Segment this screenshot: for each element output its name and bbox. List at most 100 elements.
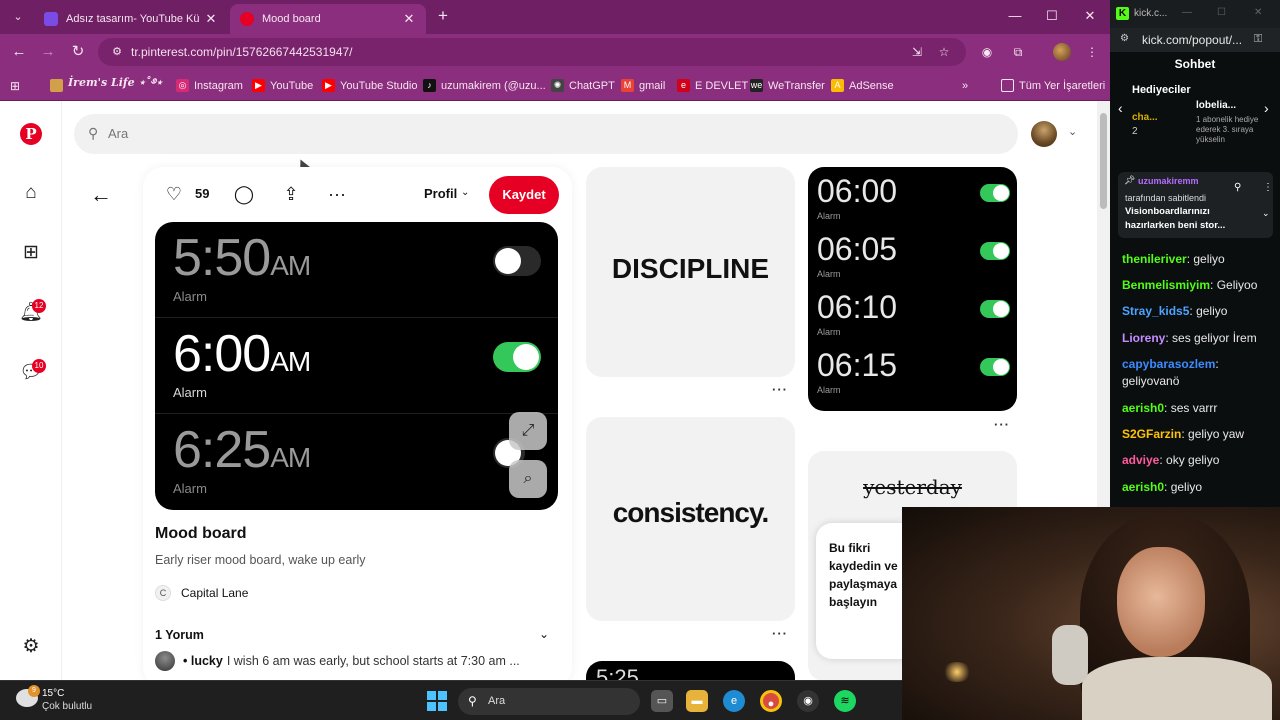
back-icon[interactable]: ← [10, 43, 28, 61]
pinterest-favicon-icon [240, 12, 254, 26]
comment-text: I wish 6 am was early, but school starts… [226, 654, 520, 668]
chevron-left-icon[interactable]: ‹ [1118, 100, 1123, 116]
more-bookmarks-icon[interactable]: » [962, 77, 968, 94]
browser-chrome: ⌄ Adsız tasarım- YouTube Küçük Resmi ✕ M… [0, 0, 1110, 101]
close-tab-icon[interactable]: ✕ [204, 11, 218, 27]
bookmark-star-icon[interactable]: ☆ [936, 44, 952, 60]
creator-link[interactable]: C Capital Lane [155, 585, 248, 601]
new-tab-icon[interactable]: + [434, 7, 452, 26]
pin-partial-alarm[interactable]: 5:25 [586, 661, 795, 680]
chevron-right-icon[interactable]: › [1264, 100, 1269, 116]
close-window-icon[interactable]: ✕ [1254, 7, 1262, 18]
address-bar[interactable]: ⚙ tr.pinterest.com/pin/15762667442531947… [98, 38, 966, 66]
more-options-icon[interactable]: ⋮ [1263, 182, 1273, 193]
pin-image-alarms[interactable]: 5:50AM Alarm 6:00AM Alarm 6:25AM Alarm ⤢… [155, 222, 558, 510]
pin-discipline[interactable]: DISCIPLINE [586, 167, 795, 377]
browser-toolbar: ← → ↻ ⚙ tr.pinterest.com/pin/15762667442… [0, 34, 1110, 70]
browser-profile-avatar[interactable] [1053, 43, 1071, 61]
chrome-icon[interactable]: ● [760, 690, 782, 712]
more-options-icon[interactable]: ··· [772, 626, 788, 641]
comments-header[interactable]: 1 Yorum [155, 628, 204, 642]
close-window-icon[interactable]: ✕ [1081, 8, 1099, 24]
tab-mood-board[interactable]: Mood board ✕ [230, 4, 426, 34]
taskbar-search[interactable]: ⚲ Ara [458, 688, 640, 715]
commenter-name[interactable]: • lucky [183, 654, 223, 668]
tab-search-icon[interactable]: ⌄ [8, 8, 28, 26]
board-dropdown[interactable]: Profil [424, 186, 457, 201]
scrollbar-thumb[interactable] [1100, 113, 1107, 209]
camera-extension-icon[interactable]: ◉ [978, 43, 996, 61]
bookmark-youtube-studio[interactable]: ▶ YouTube Studio [322, 77, 417, 94]
forward-icon[interactable]: → [39, 43, 57, 61]
windows-start-icon[interactable] [427, 691, 447, 711]
mini-alarm-label: Alarm [817, 385, 841, 395]
bookmark-tiktok[interactable]: ♪ uzumakirem (@uzu... [423, 77, 546, 94]
minimize-icon[interactable]: — [1182, 7, 1192, 18]
bookmark-edevlet[interactable]: e E DEVLET [677, 77, 748, 94]
screen: ⌄ Adsız tasarım- YouTube Küçük Resmi ✕ M… [0, 0, 1280, 720]
alarm-row: 5:50AM Alarm [155, 222, 558, 318]
commenter-avatar[interactable] [155, 651, 175, 671]
search-bar[interactable]: ⚲ Ara [74, 114, 1018, 154]
back-arrow-icon[interactable]: ← [89, 183, 113, 207]
bookmark-gmail[interactable]: M gmail [621, 77, 665, 94]
bookmark-instagram[interactable]: ◎ Instagram [176, 77, 243, 94]
spotify-icon[interactable]: ≋ [834, 690, 856, 712]
pin-alarm-list[interactable]: 06:00 Alarm 06:05 Alarm 06:10 Alarm 06:1… [808, 167, 1017, 411]
home-icon[interactable]: ⌂ [19, 181, 43, 205]
kick-address-bar[interactable]: ⚙ kick.com/popout/... ⚿ [1110, 28, 1280, 52]
all-bookmarks[interactable]: Tüm Yer İşaretleri [1001, 77, 1105, 94]
pin-consistency[interactable]: consistency. [586, 417, 795, 621]
account-chevron-down-icon[interactable]: ⌄ [1068, 125, 1077, 138]
streamer-shirt [1082, 657, 1272, 720]
comment-icon[interactable]: ◯ [233, 183, 255, 205]
chevron-down-icon[interactable]: ⌄ [539, 627, 549, 641]
obs-icon[interactable]: ◉ [797, 690, 819, 712]
expand-icon[interactable]: ⤢ [509, 412, 547, 450]
visual-search-icon[interactable]: ⌕ [509, 460, 547, 498]
gifters-leaderboard: Hediyeciler ‹ › cha... 2 lobelia... 1 ab… [1110, 84, 1280, 156]
edge-icon[interactable]: e [723, 690, 745, 712]
user-avatar[interactable] [1031, 121, 1057, 147]
profile-icon [50, 79, 63, 92]
bookmark-wetransfer[interactable]: we WeTransfer [750, 77, 825, 94]
close-tab-icon[interactable]: ✕ [402, 11, 416, 27]
tab-youtube-thumbnail[interactable]: Adsız tasarım- YouTube Küçük Resmi ✕ [34, 4, 228, 34]
maximize-icon[interactable]: ☐ [1217, 7, 1226, 18]
settings-icon[interactable]: ⚙ [19, 635, 43, 659]
chat-message: Lioreny: ses geliyor İrem [1122, 331, 1257, 345]
save-button[interactable]: Kaydet [489, 176, 559, 214]
bookmark-irems-life[interactable]: İrem's Life ⋆˚࿔⋆ [50, 76, 163, 94]
share-icon[interactable]: ⇪ [280, 183, 302, 205]
minimize-icon[interactable]: — [1006, 8, 1024, 23]
maximize-icon[interactable]: ☐ [1043, 8, 1061, 24]
bookmark-label: Instagram [194, 79, 243, 92]
more-options-icon[interactable]: ··· [772, 382, 788, 397]
more-options-icon[interactable]: ··· [994, 417, 1010, 432]
menu-icon[interactable]: ⋮ [1083, 43, 1101, 61]
file-explorer-icon[interactable]: ▬ [686, 690, 708, 712]
alarm-toggle-on [493, 342, 541, 372]
alarm-time: 6:25AM [173, 421, 311, 479]
site-settings-icon[interactable]: ⚙ [1120, 33, 1129, 44]
create-icon[interactable]: ⊞ [19, 241, 43, 265]
save-idea-popup: Bu fikri kaydedin ve paylaşmaya başlayın [816, 523, 916, 659]
pinterest-logo-icon[interactable]: P [20, 123, 42, 145]
pinned-message[interactable]: 📌︎ uzumakiremm ⚲ ⋮ tarafından sabitlendi… [1118, 172, 1273, 238]
chevron-down-icon[interactable]: ⌄ [461, 187, 469, 198]
bookmark-chatgpt[interactable]: ✺ ChatGPT [551, 77, 615, 94]
extensions-icon[interactable]: ⧉ [1009, 43, 1027, 61]
reload-icon[interactable]: ↻ [69, 43, 87, 61]
install-app-icon[interactable]: ⇲ [909, 44, 925, 60]
site-settings-icon[interactable]: ⚙ [110, 45, 124, 59]
apps-icon[interactable]: ⊞ [10, 77, 20, 94]
alarm-label: Alarm [173, 481, 207, 496]
heart-icon[interactable]: ♡ [163, 183, 185, 205]
bookmark-youtube[interactable]: ▶ YouTube [252, 77, 313, 94]
bookmark-adsense[interactable]: A AdSense [831, 77, 894, 94]
more-options-icon[interactable]: ··· [326, 183, 348, 205]
chevron-down-icon[interactable]: ⌄ [1262, 208, 1270, 219]
task-view-icon[interactable]: ▭ [651, 690, 673, 712]
mini-alarm-time: 06:10 [817, 289, 898, 325]
key-icon[interactable]: ⚿ [1254, 33, 1262, 46]
